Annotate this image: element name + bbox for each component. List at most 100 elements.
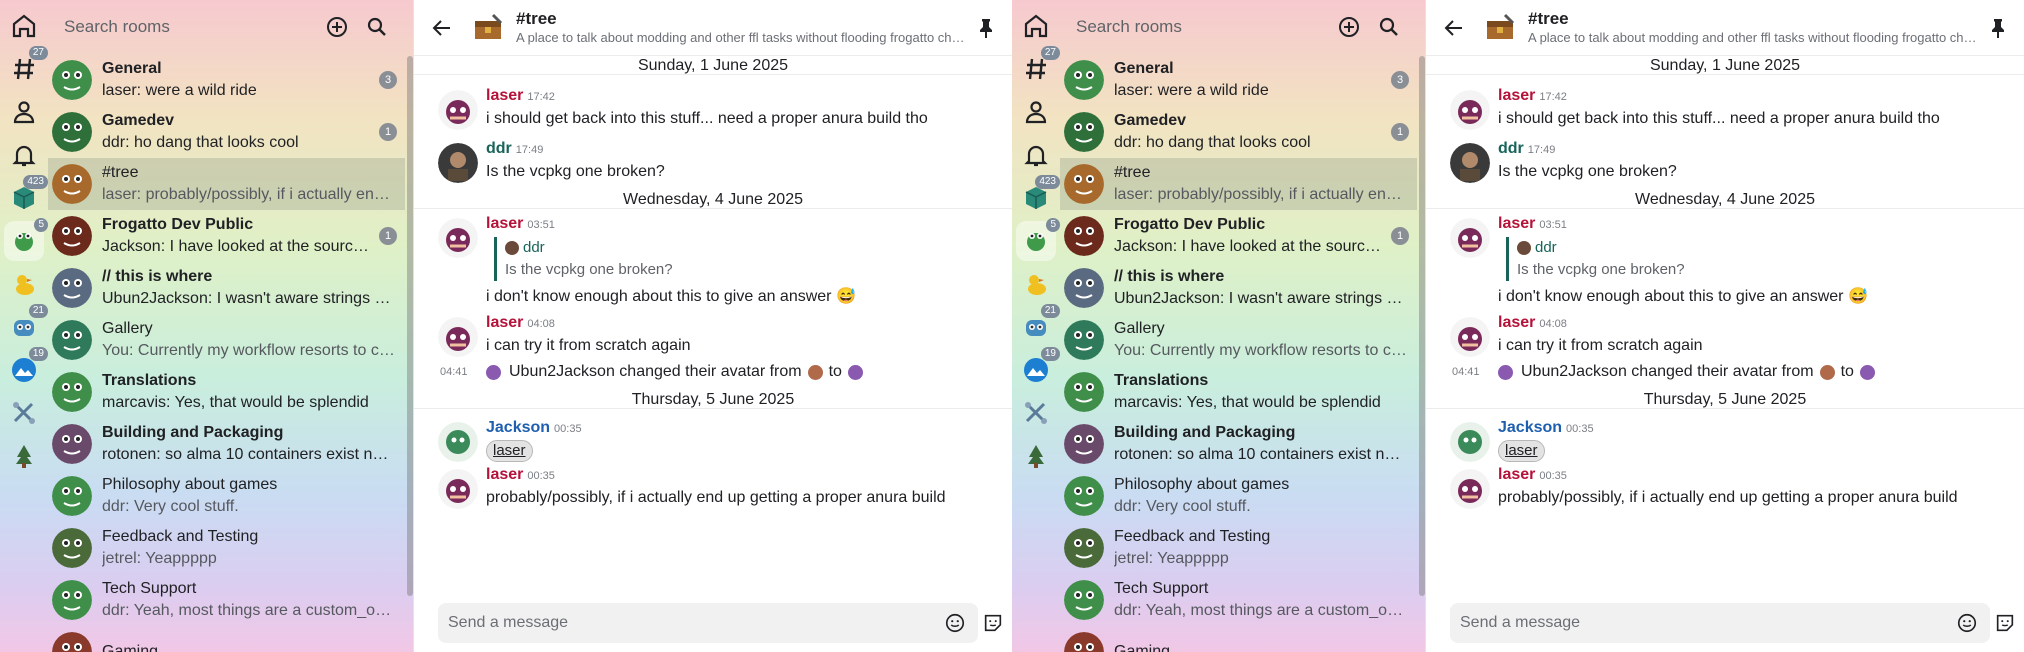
sender-name[interactable]: laser: [1498, 215, 1535, 232]
message[interactable]: laser 04:08 i can try it from scratch aga…: [1426, 313, 2024, 358]
avatar-laser[interactable]: [1450, 317, 1490, 357]
sender-name[interactable]: laser: [486, 314, 523, 331]
sticker-button[interactable]: [978, 608, 1008, 638]
message[interactable]: laser 17:42 i should get back into this s…: [414, 86, 1012, 131]
room-list-item[interactable]: Feedback and Testing jetrel: Yeappppp: [48, 522, 405, 574]
room-list-item[interactable]: Frogatto Dev Public Jackson: I have looke…: [48, 210, 405, 262]
rail-public-rooms[interactable]: 27: [1016, 46, 1060, 89]
rail-space-tree[interactable]: [1016, 436, 1056, 476]
rail-public-rooms[interactable]: 27: [4, 46, 48, 89]
rail-direct-messages[interactable]: [1016, 92, 1056, 132]
message-input[interactable]: [448, 614, 940, 632]
rail-space-cube[interactable]: 423: [4, 175, 48, 218]
room-list-item[interactable]: Gaming: [1060, 626, 1417, 652]
room-list-item[interactable]: Gamedev ddr: ho dang that looks cool 1: [1060, 106, 1417, 158]
rail-space-tree[interactable]: [4, 436, 44, 476]
rail-space-blue[interactable]: 19: [1016, 347, 1060, 390]
rail-space-tools[interactable]: [1016, 393, 1056, 433]
room-list-item[interactable]: // this is where Ubun2Jackson: I wasn't a…: [48, 262, 405, 314]
rail-space-cube[interactable]: 423: [1016, 175, 1060, 218]
search-input[interactable]: [1076, 17, 1329, 37]
sender-name[interactable]: laser: [486, 215, 523, 232]
message[interactable]: ddr 17:49 Is the vcpkg one broken?: [414, 139, 1012, 184]
room-list-item[interactable]: Building and Packaging rotonen: so alma 1…: [48, 418, 405, 470]
message[interactable]: Jackson 00:35 laser: [414, 418, 1012, 463]
message[interactable]: laser 17:42 i should get back into this s…: [1426, 86, 2024, 131]
rail-space-frog[interactable]: 5: [4, 218, 48, 261]
pinned-messages-button[interactable]: [966, 8, 1006, 48]
room-list-scrollbar[interactable]: [1419, 56, 1425, 596]
reply-quote[interactable]: ddr Is the vcpkg one broken?: [1506, 237, 2014, 281]
room-list-item[interactable]: Gallery You: Currently my workflow resort…: [1060, 314, 1417, 366]
avatar-jackson[interactable]: [438, 422, 478, 462]
rail-home[interactable]: [4, 6, 44, 46]
room-list-item[interactable]: Translations marcavis: Yes, that would be…: [1060, 366, 1417, 418]
room-list-item[interactable]: #tree laser: probably/possibly, if i actu…: [1060, 158, 1417, 210]
emoji-button[interactable]: [1952, 608, 1982, 638]
sender-name[interactable]: laser: [486, 87, 523, 104]
avatar-laser[interactable]: [438, 90, 478, 130]
user-mention-pill[interactable]: laser: [1498, 440, 1545, 462]
create-room-button[interactable]: [1329, 7, 1369, 47]
message[interactable]: laser 04:08 i can try it from scratch aga…: [414, 313, 1012, 358]
room-list-item[interactable]: General laser: were a wild ride 3: [1060, 54, 1417, 106]
room-list-item[interactable]: // this is where Ubun2Jackson: I wasn't a…: [1060, 262, 1417, 314]
room-list-item[interactable]: Philosophy about games ddr: Very cool stu…: [1060, 470, 1417, 522]
avatar-laser[interactable]: [438, 317, 478, 357]
sender-name[interactable]: Jackson: [486, 419, 550, 436]
avatar-jackson[interactable]: [1450, 422, 1490, 462]
back-button[interactable]: [422, 8, 462, 48]
rail-space-tools[interactable]: [4, 393, 44, 433]
avatar-laser[interactable]: [438, 218, 478, 258]
room-list-item[interactable]: Feedback and Testing jetrel: Yeappppp: [1060, 522, 1417, 574]
room-avatar[interactable]: [470, 10, 506, 46]
back-button[interactable]: [1434, 8, 1474, 48]
search-button[interactable]: [1369, 7, 1409, 47]
rail-space-blue[interactable]: 19: [4, 347, 48, 390]
sender-name[interactable]: laser: [1498, 466, 1535, 483]
message[interactable]: laser 03:51 ddr Is the vcpkg one broken? …: [1426, 214, 2024, 309]
message[interactable]: laser 00:35 probably/possibly, if i actua…: [414, 465, 1012, 510]
create-room-button[interactable]: [317, 7, 357, 47]
avatar-laser[interactable]: [1450, 90, 1490, 130]
avatar-laser[interactable]: [1450, 469, 1490, 509]
sender-name[interactable]: laser: [1498, 314, 1535, 331]
room-list-scrollbar[interactable]: [407, 56, 413, 596]
avatar-laser[interactable]: [1450, 218, 1490, 258]
rail-space-godot[interactable]: 21: [1016, 304, 1060, 347]
room-list-item[interactable]: General laser: were a wild ride 3: [48, 54, 405, 106]
rail-direct-messages[interactable]: [4, 92, 44, 132]
room-header-text[interactable]: #tree A place to talk about modding and …: [516, 9, 966, 47]
rail-notifications[interactable]: [1016, 135, 1056, 175]
room-list-item[interactable]: Tech Support ddr: Yeah, most things are a…: [1060, 574, 1417, 626]
rail-space-frog[interactable]: 5: [1016, 218, 1060, 261]
search-input[interactable]: [64, 17, 317, 37]
avatar-laser[interactable]: [438, 469, 478, 509]
pinned-messages-button[interactable]: [1978, 8, 2018, 48]
emoji-button[interactable]: [940, 608, 970, 638]
room-list-item[interactable]: Building and Packaging rotonen: so alma 1…: [1060, 418, 1417, 470]
sender-name[interactable]: ddr: [486, 140, 512, 157]
rail-space-duck[interactable]: [1016, 264, 1056, 304]
sender-name[interactable]: ddr: [1498, 140, 1524, 157]
sender-name[interactable]: laser: [1498, 87, 1535, 104]
sender-name[interactable]: Jackson: [1498, 419, 1562, 436]
message[interactable]: Jackson 00:35 laser: [1426, 418, 2024, 463]
room-list-item[interactable]: Frogatto Dev Public Jackson: I have looke…: [1060, 210, 1417, 262]
room-avatar[interactable]: [1482, 10, 1518, 46]
sticker-button[interactable]: [1990, 608, 2020, 638]
avatar-ddr[interactable]: [1450, 143, 1490, 183]
rail-space-godot[interactable]: 21: [4, 304, 48, 347]
search-button[interactable]: [357, 7, 397, 47]
room-list-item[interactable]: Gamedev ddr: ho dang that looks cool 1: [48, 106, 405, 158]
reply-quote[interactable]: ddr Is the vcpkg one broken?: [494, 237, 1002, 281]
sender-name[interactable]: laser: [486, 466, 523, 483]
user-mention-pill[interactable]: laser: [486, 440, 533, 462]
room-list-item[interactable]: Tech Support ddr: Yeah, most things are a…: [48, 574, 405, 626]
room-list-item[interactable]: Philosophy about games ddr: Very cool stu…: [48, 470, 405, 522]
message[interactable]: laser 03:51 ddr Is the vcpkg one broken? …: [414, 214, 1012, 309]
room-header-text[interactable]: #tree A place to talk about modding and …: [1528, 9, 1978, 47]
rail-home[interactable]: [1016, 6, 1056, 46]
room-list-item[interactable]: Translations marcavis: Yes, that would be…: [48, 366, 405, 418]
rail-space-duck[interactable]: [4, 264, 44, 304]
